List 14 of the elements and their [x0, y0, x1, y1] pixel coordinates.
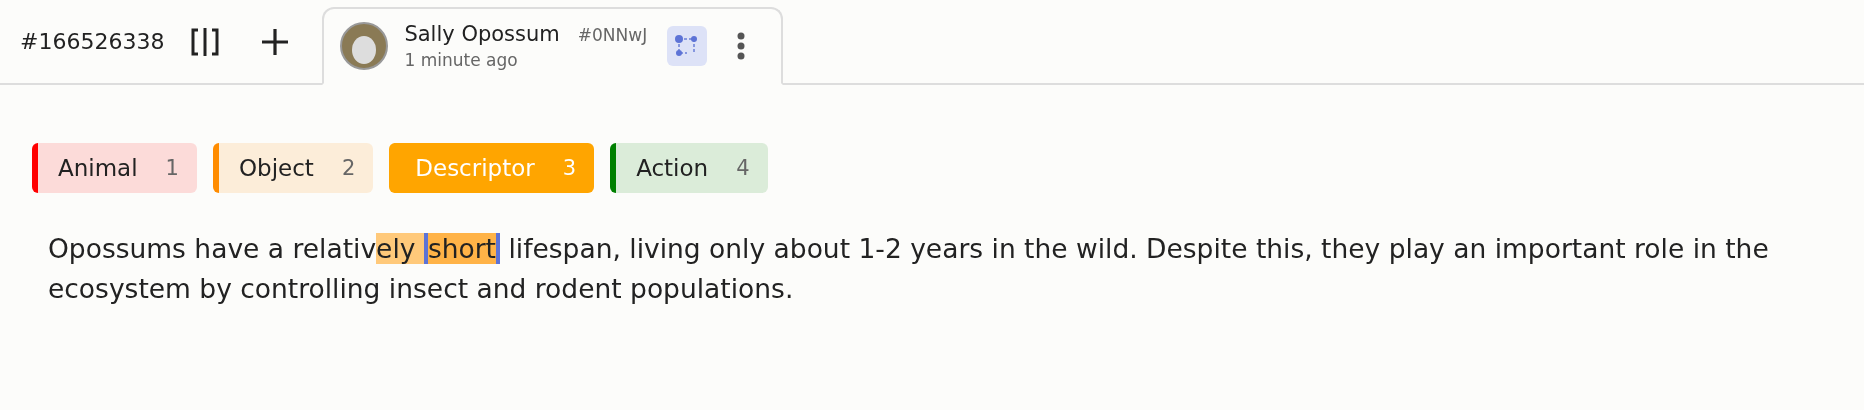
more-icon[interactable]	[737, 31, 746, 61]
annotator-tab[interactable]: Sally Opossum #0NNwJ 1 minute ago	[322, 7, 784, 85]
timestamp: 1 minute ago	[404, 50, 519, 70]
relation-icon[interactable]	[667, 26, 708, 66]
split-view-icon[interactable]	[190, 25, 221, 58]
avatar-icon	[340, 22, 389, 70]
item-id: #166526338	[20, 29, 165, 54]
user-code: #0NNwJ	[577, 25, 648, 45]
label-button[interactable]: Animal 1	[32, 143, 197, 193]
add-icon[interactable]	[260, 26, 291, 57]
label-button[interactable]: Action 4	[610, 143, 768, 193]
user-name: Sally Opossum	[404, 22, 560, 46]
label-button[interactable]: Object 2	[212, 143, 374, 193]
annotated-paragraph: Opossums have a relatively short lifespan, living only about 1-2 years in the wild. Despite this, they play an important role in the ecosystem by controlling insect and rodent populations.	[48, 232, 1770, 306]
